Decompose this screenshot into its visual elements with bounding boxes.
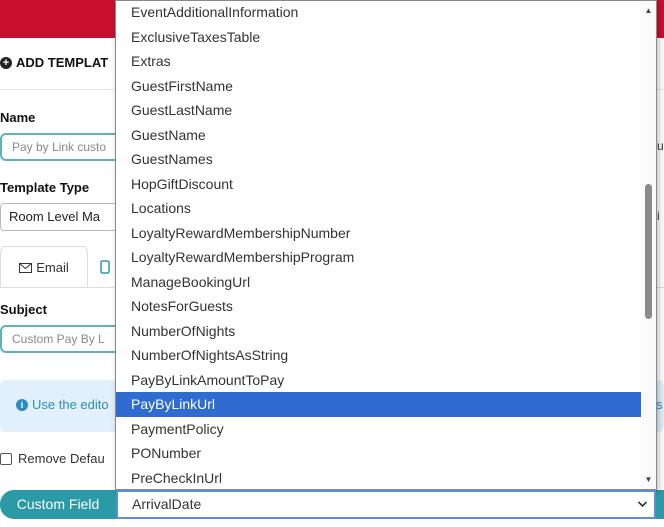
dropdown-option[interactable]: PreCheckInUrl	[116, 466, 642, 490]
dropdown-option[interactable]: GuestName	[116, 123, 642, 148]
dropdown-option[interactable]: PaymentPolicy	[116, 417, 642, 442]
subject-label: Subject	[0, 302, 47, 317]
dropdown-scrollbar[interactable]: ▲ ▼	[641, 1, 656, 489]
dropdown-option[interactable]: PayByLinkUrl	[116, 392, 642, 417]
remove-default-row[interactable]: Remove Defau	[0, 451, 105, 466]
dropdown-option[interactable]: GuestLastName	[116, 98, 642, 123]
add-template-label: ADD TEMPLAT	[16, 55, 109, 70]
scroll-thumb[interactable]	[645, 184, 652, 319]
dropdown-option[interactable]: GuestFirstName	[116, 74, 642, 99]
template-type-label: Template Type	[0, 180, 90, 195]
dropdown-option[interactable]: NotesForGuests	[116, 294, 642, 319]
chevron-down-icon	[637, 492, 648, 527]
scroll-up-arrow-icon[interactable]: ▲	[641, 3, 656, 18]
custom-field-dropdown-list[interactable]: EventAdditionalInformation ExclusiveTaxes…	[115, 0, 657, 490]
remove-default-label: Remove Defau	[18, 451, 105, 466]
scroll-down-arrow-icon[interactable]: ▼	[641, 472, 656, 487]
dropdown-option[interactable]: Extras	[116, 49, 642, 74]
add-template-heading[interactable]: + ADD TEMPLAT	[0, 55, 108, 70]
dropdown-options: EventAdditionalInformation ExclusiveTaxes…	[116, 1, 642, 490]
subject-input[interactable]: Custom Pay By L	[0, 325, 130, 353]
tab-email-label: Email	[36, 260, 69, 275]
input-group-right-edge	[656, 490, 664, 519]
dropdown-option[interactable]: ExclusiveTaxesTable	[116, 25, 642, 50]
plus-circle-icon: +	[0, 56, 12, 69]
info-message: i Use the edito	[16, 397, 109, 412]
dropdown-option[interactable]: Locations	[116, 196, 642, 221]
remove-default-checkbox[interactable]	[0, 452, 12, 465]
info-text: Use the edito	[32, 397, 109, 412]
dropdown-option[interactable]: PayByLinkAmountToPay	[116, 368, 642, 393]
custom-field-select[interactable]: ArrivalDate	[116, 490, 656, 519]
dropdown-option[interactable]: LoyaltyRewardMembershipNumber	[116, 221, 642, 246]
name-label: Name	[0, 110, 36, 125]
envelope-icon	[19, 262, 33, 273]
dropdown-option[interactable]: LoyaltyRewardMembershipProgram	[116, 245, 642, 270]
dropdown-option[interactable]: EventAdditionalInformation	[116, 1, 642, 25]
custom-field-button[interactable]: Custom Field	[0, 490, 116, 519]
dropdown-option[interactable]: HopGiftDiscount	[116, 172, 642, 197]
template-type-select[interactable]: Room Level Ma	[0, 203, 130, 231]
dropdown-option[interactable]: NumberOfNights	[116, 319, 642, 344]
tab-email[interactable]: Email	[0, 246, 88, 288]
info-icon: i	[16, 398, 28, 411]
edge-text-i: i	[657, 209, 660, 223]
dropdown-option[interactable]: NumberOfNightsAsString	[116, 343, 642, 368]
custom-field-select-value: ArrivalDate	[132, 496, 202, 512]
dropdown-option[interactable]: GuestNames	[116, 147, 642, 172]
dropdown-option[interactable]: PONumber	[116, 441, 642, 466]
mobile-icon	[100, 260, 110, 274]
edge-text-u: u	[657, 139, 664, 153]
dropdown-option[interactable]: ManageBookingUrl	[116, 270, 642, 295]
